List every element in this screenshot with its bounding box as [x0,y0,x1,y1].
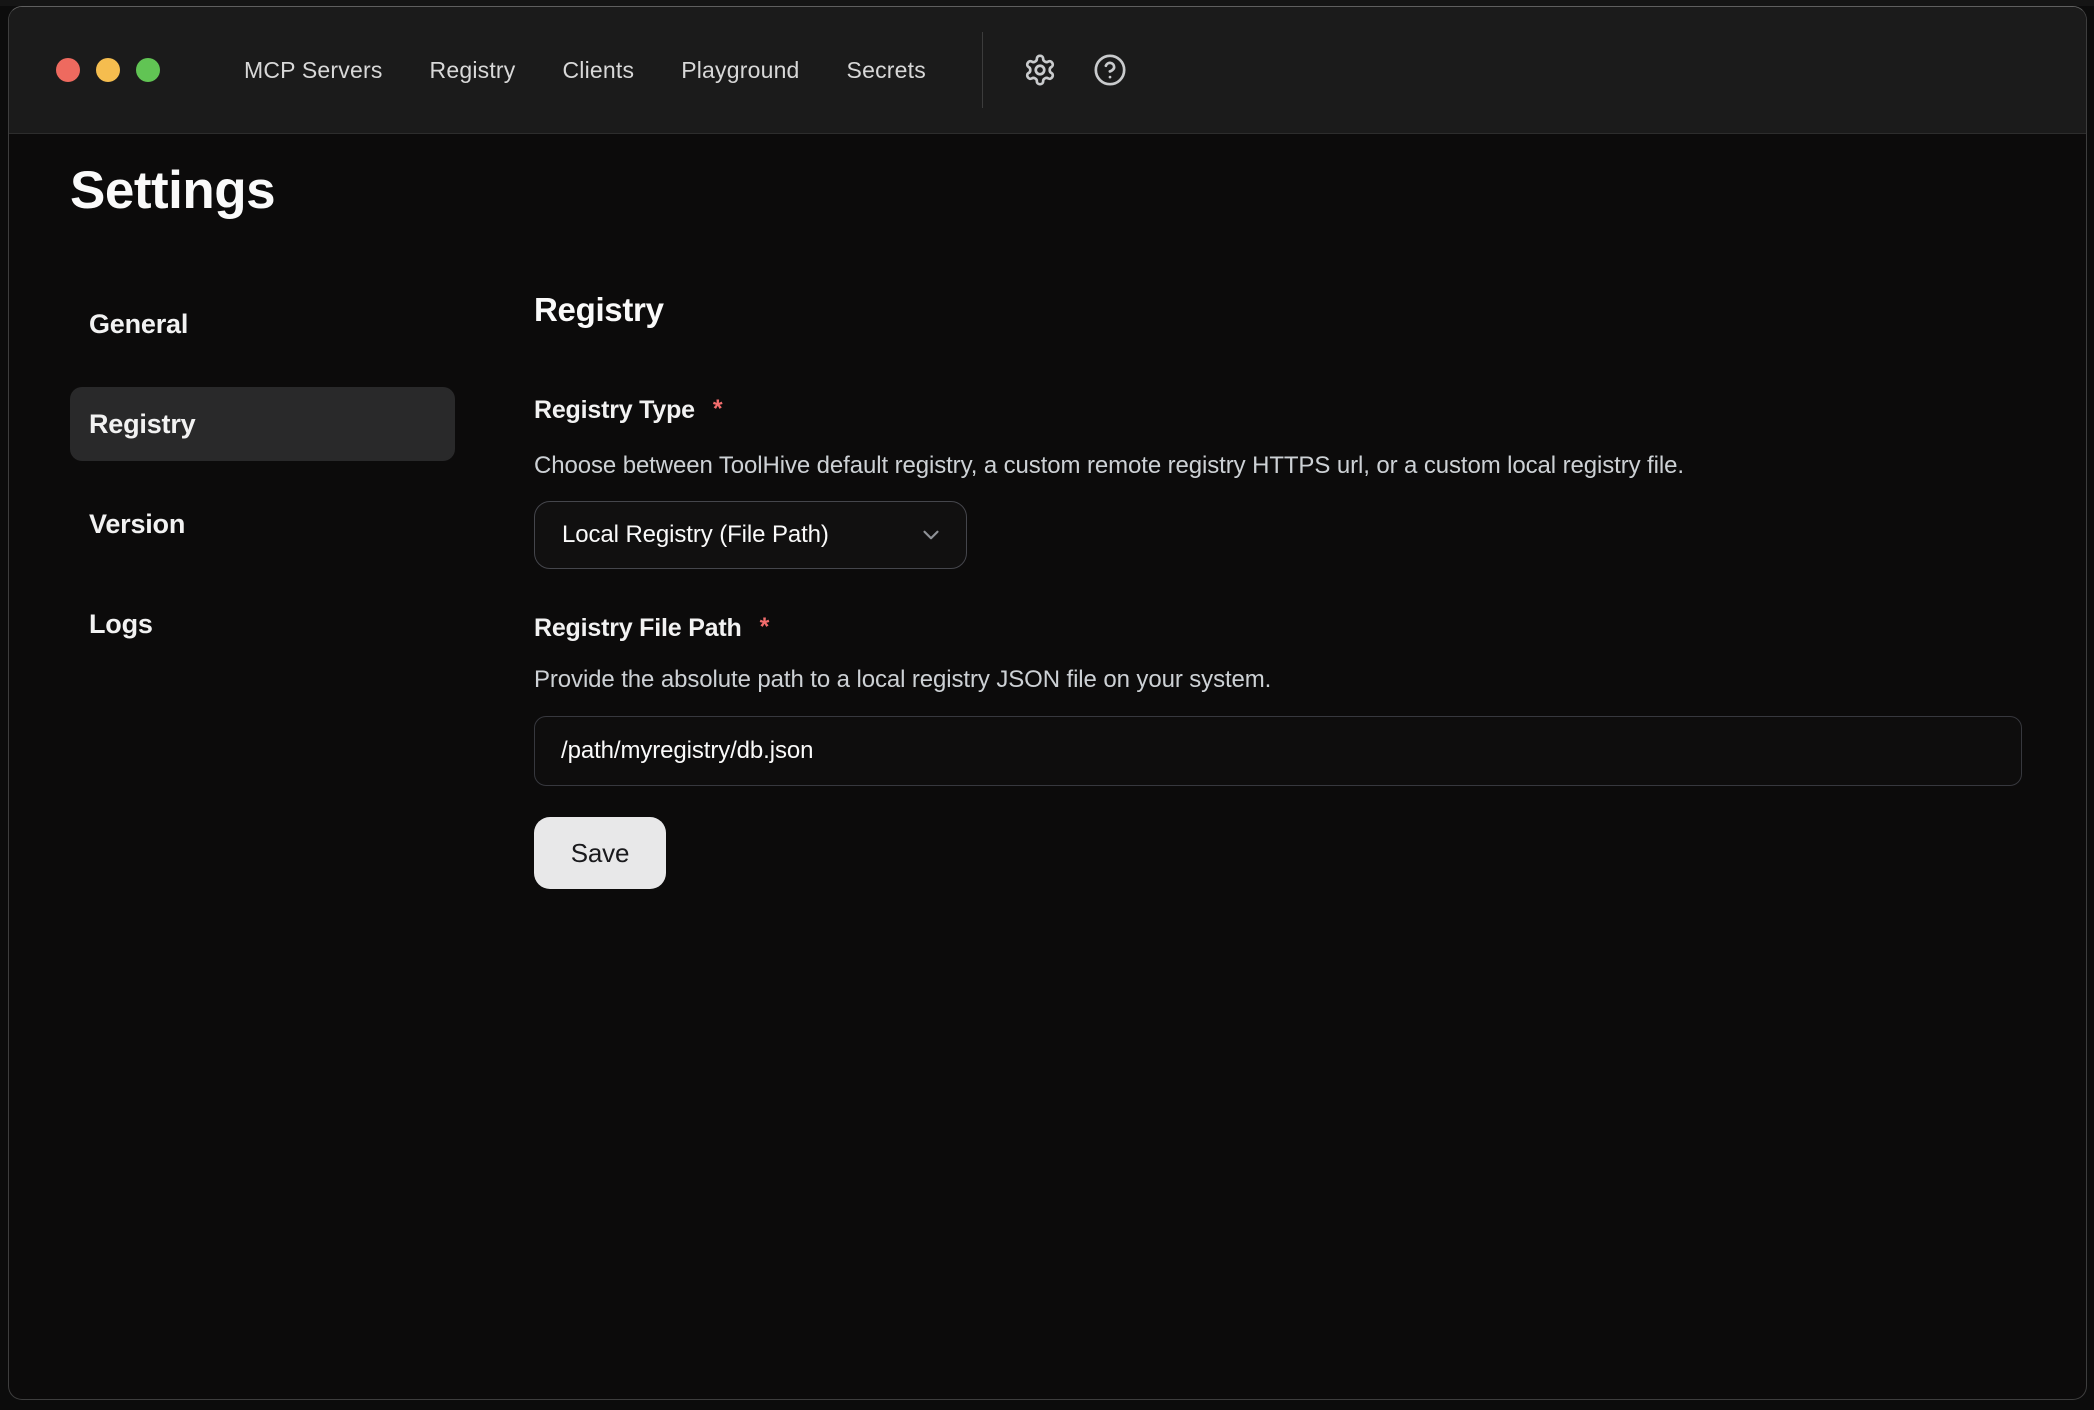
nav-item-mcp-servers[interactable]: MCP Servers [244,57,383,84]
sidebar-item-general[interactable]: General [70,287,455,361]
sidebar-item-registry[interactable]: Registry [70,387,455,461]
registry-type-label: Registry Type * [534,394,2022,426]
nav-item-playground[interactable]: Playground [681,57,799,84]
settings-page: Settings General Registry Version Logs R… [9,134,2086,889]
registry-file-path-description: Provide the absolute path to a local reg… [534,663,2022,696]
close-window-button[interactable] [56,58,80,82]
registry-file-path-label: Registry File Path * [534,612,2022,644]
required-asterisk: * [713,394,723,424]
app-window: MCP Servers Registry Clients Playground … [8,6,2087,1400]
required-asterisk: * [760,612,770,642]
registry-type-label-text: Registry Type [534,394,695,426]
registry-file-path-input[interactable] [534,716,2022,786]
registry-type-description: Choose between ToolHive default registry… [534,449,2022,482]
minimize-window-button[interactable] [96,58,120,82]
sidebar-item-logs[interactable]: Logs [70,587,455,661]
registry-type-select[interactable]: Local Registry (File Path) [534,501,967,569]
titlebar: MCP Servers Registry Clients Playground … [9,7,2086,134]
page-title: Settings [70,158,2022,224]
chevron-down-icon [918,522,944,548]
settings-sidebar: General Registry Version Logs [70,287,455,889]
registry-type-selected-value: Local Registry (File Path) [562,521,829,549]
window-controls [56,58,160,82]
section-heading: Registry [534,289,2022,330]
nav-item-secrets[interactable]: Secrets [847,57,926,84]
settings-gear-icon[interactable] [1023,53,1057,87]
help-icon[interactable] [1093,53,1127,87]
registry-settings-panel: Registry Registry Type * Choose between … [534,287,2022,889]
titlebar-icons [1023,53,1127,87]
titlebar-divider [982,32,983,108]
nav-item-clients[interactable]: Clients [562,57,634,84]
zoom-window-button[interactable] [136,58,160,82]
save-button[interactable]: Save [534,817,666,889]
sidebar-item-version[interactable]: Version [70,487,455,561]
main-nav: MCP Servers Registry Clients Playground … [244,57,926,84]
nav-item-registry[interactable]: Registry [430,57,516,84]
registry-file-path-label-text: Registry File Path [534,612,742,644]
